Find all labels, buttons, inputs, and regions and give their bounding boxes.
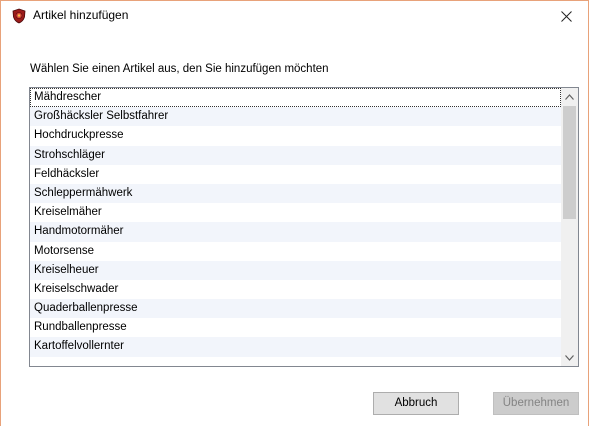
- list-item[interactable]: Großhäcksler Selbstfahrer: [30, 107, 561, 127]
- list-item[interactable]: Kreiselheuer: [30, 260, 561, 280]
- list-item[interactable]: Hochdruckpresse: [30, 126, 561, 145]
- scroll-down-button[interactable]: [561, 349, 578, 366]
- app-shield-icon: [12, 8, 26, 24]
- cancel-button[interactable]: Abbruch: [373, 392, 459, 415]
- window-title: Artikel hinzufügen: [33, 8, 129, 22]
- article-list: Mähdrescher Großhäcksler Selbstfahrer Ho…: [30, 88, 561, 357]
- close-button[interactable]: [544, 1, 588, 31]
- article-listbox[interactable]: Mähdrescher Großhäcksler Selbstfahrer Ho…: [29, 87, 579, 367]
- list-item[interactable]: Rundballenpresse: [30, 318, 561, 337]
- list-item[interactable]: Quaderballenpresse: [30, 299, 561, 319]
- instruction-label: Wählen Sie einen Artikel aus, den Sie hi…: [30, 63, 329, 75]
- list-item[interactable]: Mähdrescher: [30, 88, 561, 108]
- list-item[interactable]: Handmotormäher: [30, 222, 561, 242]
- list-item[interactable]: Schleppermähwerk: [30, 183, 561, 204]
- list-item[interactable]: Kreiselschwader: [30, 280, 561, 299]
- chevron-up-icon: [565, 93, 574, 100]
- list-item[interactable]: Motorsense: [30, 242, 561, 261]
- close-icon: [560, 11, 572, 22]
- chevron-down-icon: [565, 354, 574, 361]
- list-item[interactable]: Strohschläger: [30, 145, 561, 165]
- list-item[interactable]: Kartoffelvollernter: [30, 337, 561, 357]
- title-bar[interactable]: Artikel hinzufügen: [1, 1, 588, 31]
- list-item[interactable]: Feldhäcksler: [30, 165, 561, 184]
- apply-button[interactable]: Übernehmen: [493, 392, 579, 415]
- vertical-scrollbar[interactable]: [561, 88, 578, 366]
- scroll-thumb[interactable]: [563, 106, 576, 219]
- dialog-window: Artikel hinzufügen Wählen Sie einen Arti…: [0, 0, 589, 426]
- scroll-up-button[interactable]: [561, 88, 578, 105]
- list-item[interactable]: Kreiselmäher: [30, 203, 561, 222]
